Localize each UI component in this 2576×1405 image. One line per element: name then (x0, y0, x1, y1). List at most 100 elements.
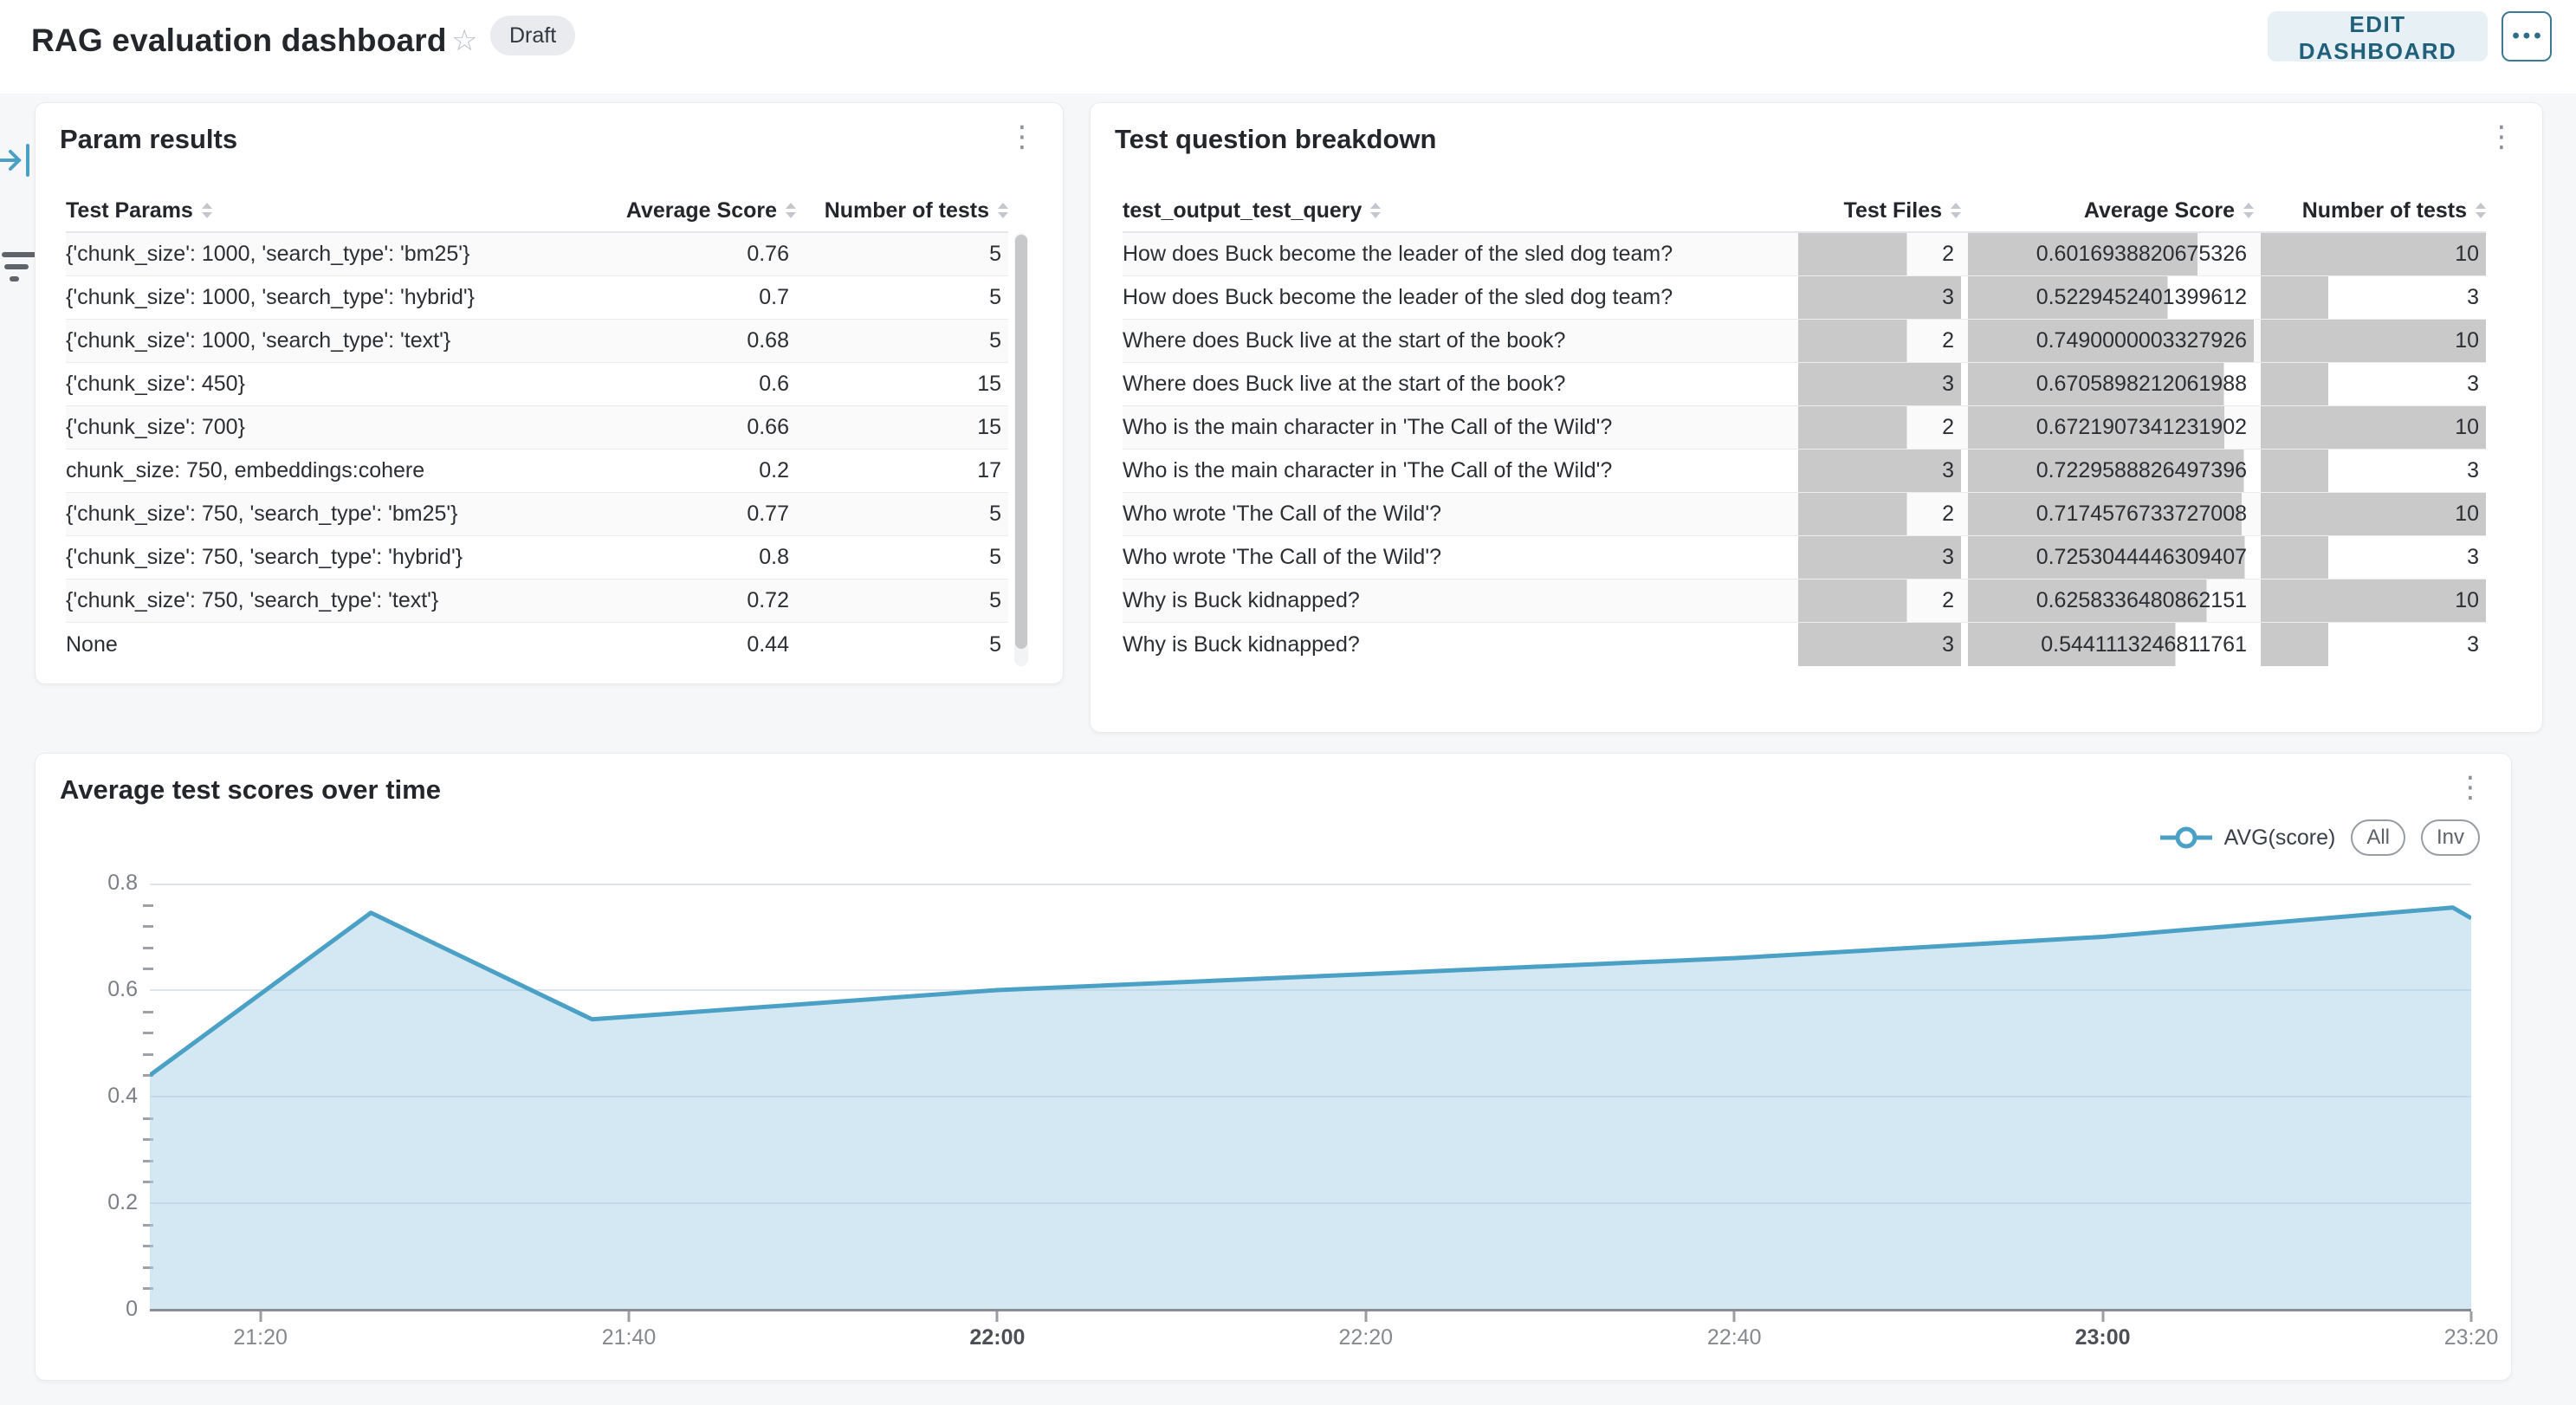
table-row[interactable]: Why is Buck kidnapped?30.544111324681176… (1123, 623, 2486, 666)
filter-icon[interactable] (2, 249, 38, 295)
cell-test-files[interactable]: 3 (1798, 623, 1961, 666)
cell-test-query[interactable]: Who wrote 'The Call of the Wild'? (1123, 493, 1798, 535)
cell-average-score[interactable]: 0.72 (586, 579, 796, 622)
cell-number-of-tests[interactable]: 5 (796, 276, 1008, 319)
cell-average-score[interactable]: 0.6258336480862151 (1968, 579, 2254, 622)
cell-test-query[interactable]: Who wrote 'The Call of the Wild'? (1123, 536, 1798, 579)
table-row[interactable]: Who wrote 'The Call of the Wild'?30.7253… (1123, 536, 2486, 579)
cell-average-score[interactable]: 0.6705898212061988 (1968, 363, 2254, 405)
cell-average-score[interactable]: 0.7229588826497396 (1968, 450, 2254, 492)
table-row[interactable]: chunk_size: 750, embeddings:cohere0.217 (66, 450, 1008, 493)
cell-test-params[interactable]: {'chunk_size': 750, 'search_type': 'hybr… (66, 536, 586, 579)
card-menu-kebab-icon[interactable]: ⋮ (1002, 124, 1042, 151)
cell-average-score[interactable]: 0.7490000003327926 (1968, 320, 2254, 362)
legend-item-avg-score[interactable]: AVG(score) (2159, 826, 2336, 851)
cell-average-score[interactable]: 0.68 (586, 320, 796, 362)
table-row[interactable]: {'chunk_size': 750, 'search_type': 'bm25… (66, 493, 1008, 536)
cell-number-of-tests[interactable]: 10 (2261, 579, 2486, 622)
cell-test-files[interactable]: 2 (1798, 579, 1961, 622)
column-header-number-of-tests[interactable]: Number of tests (796, 190, 1008, 231)
table-row[interactable]: {'chunk_size': 700}0.6615 (66, 406, 1008, 450)
cell-test-files[interactable]: 3 (1798, 450, 1961, 492)
table-row[interactable]: {'chunk_size': 1000, 'search_type': 'bm2… (66, 233, 1008, 276)
cell-average-score[interactable]: 0.5441113246811761 (1968, 623, 2254, 666)
cell-test-params[interactable]: {'chunk_size': 1000, 'search_type': 'bm2… (66, 233, 586, 275)
cell-number-of-tests[interactable]: 5 (796, 623, 1008, 666)
cell-average-score[interactable]: 0.77 (586, 493, 796, 535)
more-menu-button[interactable]: ••• (2502, 11, 2552, 62)
cell-number-of-tests[interactable]: 3 (2261, 363, 2486, 405)
table-row[interactable]: None0.445 (66, 623, 1008, 666)
cell-test-query[interactable]: Who is the main character in 'The Call o… (1123, 406, 1798, 449)
card-menu-kebab-icon[interactable]: ⋮ (2450, 774, 2490, 801)
card-menu-kebab-icon[interactable]: ⋮ (2482, 124, 2521, 151)
cell-average-score[interactable]: 0.2 (586, 450, 796, 492)
cell-number-of-tests[interactable]: 3 (2261, 276, 2486, 319)
cell-number-of-tests[interactable]: 17 (796, 450, 1008, 492)
cell-test-query[interactable]: Where does Buck live at the start of the… (1123, 320, 1798, 362)
cell-number-of-tests[interactable]: 5 (796, 493, 1008, 535)
cell-average-score[interactable]: 0.6 (586, 363, 796, 405)
cell-average-score[interactable]: 0.5229452401399612 (1968, 276, 2254, 319)
cell-test-params[interactable]: None (66, 623, 586, 666)
cell-test-params[interactable]: {'chunk_size': 700} (66, 406, 586, 449)
cell-test-files[interactable]: 2 (1798, 320, 1961, 362)
cell-number-of-tests[interactable]: 15 (796, 363, 1008, 405)
table-row[interactable]: {'chunk_size': 450}0.615 (66, 363, 1008, 406)
cell-test-files[interactable]: 2 (1798, 493, 1961, 535)
column-header-test-files[interactable]: Test Files (1798, 190, 1961, 231)
favorite-star-icon[interactable]: ☆ (451, 23, 477, 58)
legend-invert-button[interactable]: Inv (2421, 819, 2480, 856)
table-row[interactable]: Why is Buck kidnapped?20.625833648086215… (1123, 579, 2486, 623)
table-row[interactable]: Who is the main character in 'The Call o… (1123, 406, 2486, 450)
cell-average-score[interactable]: 0.6721907341231902 (1968, 406, 2254, 449)
cell-test-params[interactable]: {'chunk_size': 450} (66, 363, 586, 405)
cell-number-of-tests[interactable]: 5 (796, 320, 1008, 362)
cell-average-score[interactable]: 0.7174576733727008 (1968, 493, 2254, 535)
cell-test-params[interactable]: {'chunk_size': 1000, 'search_type': 'tex… (66, 320, 586, 362)
cell-number-of-tests[interactable]: 3 (2261, 623, 2486, 666)
cell-number-of-tests[interactable]: 15 (796, 406, 1008, 449)
table-row[interactable]: {'chunk_size': 750, 'search_type': 'hybr… (66, 536, 1008, 579)
cell-average-score[interactable]: 0.6016938820675326 (1968, 233, 2254, 275)
cell-test-files[interactable]: 3 (1798, 363, 1961, 405)
table-row[interactable]: Where does Buck live at the start of the… (1123, 363, 2486, 406)
cell-average-score[interactable]: 0.76 (586, 233, 796, 275)
cell-test-files[interactable]: 3 (1798, 536, 1961, 579)
column-header-test-params[interactable]: Test Params (66, 190, 586, 231)
cell-average-score[interactable]: 0.8 (586, 536, 796, 579)
cell-number-of-tests[interactable]: 3 (2261, 450, 2486, 492)
collapse-sidebar-icon[interactable] (0, 140, 35, 185)
cell-average-score[interactable]: 0.7 (586, 276, 796, 319)
cell-average-score[interactable]: 0.7253044446309407 (1968, 536, 2254, 579)
cell-test-query[interactable]: Why is Buck kidnapped? (1123, 579, 1798, 622)
cell-number-of-tests[interactable]: 5 (796, 536, 1008, 579)
cell-number-of-tests[interactable]: 10 (2261, 320, 2486, 362)
table-row[interactable]: {'chunk_size': 1000, 'search_type': 'tex… (66, 320, 1008, 363)
cell-test-query[interactable]: Why is Buck kidnapped? (1123, 623, 1798, 666)
cell-test-query[interactable]: How does Buck become the leader of the s… (1123, 276, 1798, 319)
cell-number-of-tests[interactable]: 5 (796, 233, 1008, 275)
table-row[interactable]: How does Buck become the leader of the s… (1123, 276, 2486, 320)
table-scrollbar[interactable] (1014, 233, 1028, 666)
column-header-number-of-tests[interactable]: Number of tests (2261, 190, 2486, 231)
table-row[interactable]: {'chunk_size': 1000, 'search_type': 'hyb… (66, 276, 1008, 320)
cell-number-of-tests[interactable]: 10 (2261, 233, 2486, 275)
cell-test-query[interactable]: How does Buck become the leader of the s… (1123, 233, 1798, 275)
scrollbar-thumb[interactable] (1015, 235, 1027, 649)
cell-test-files[interactable]: 3 (1798, 276, 1961, 319)
cell-number-of-tests[interactable]: 5 (796, 579, 1008, 622)
column-header-average-score[interactable]: Average Score (586, 190, 796, 231)
cell-number-of-tests[interactable]: 10 (2261, 406, 2486, 449)
cell-test-params[interactable]: {'chunk_size': 1000, 'search_type': 'hyb… (66, 276, 586, 319)
cell-test-params[interactable]: {'chunk_size': 750, 'search_type': 'text… (66, 579, 586, 622)
table-row[interactable]: Who wrote 'The Call of the Wild'?20.7174… (1123, 493, 2486, 536)
cell-number-of-tests[interactable]: 10 (2261, 493, 2486, 535)
avg-score-area-chart[interactable] (150, 884, 2471, 1310)
table-row[interactable]: Who is the main character in 'The Call o… (1123, 450, 2486, 493)
table-row[interactable]: {'chunk_size': 750, 'search_type': 'text… (66, 579, 1008, 623)
legend-all-button[interactable]: All (2351, 819, 2405, 856)
cell-test-query[interactable]: Where does Buck live at the start of the… (1123, 363, 1798, 405)
cell-average-score[interactable]: 0.44 (586, 623, 796, 666)
cell-number-of-tests[interactable]: 3 (2261, 536, 2486, 579)
